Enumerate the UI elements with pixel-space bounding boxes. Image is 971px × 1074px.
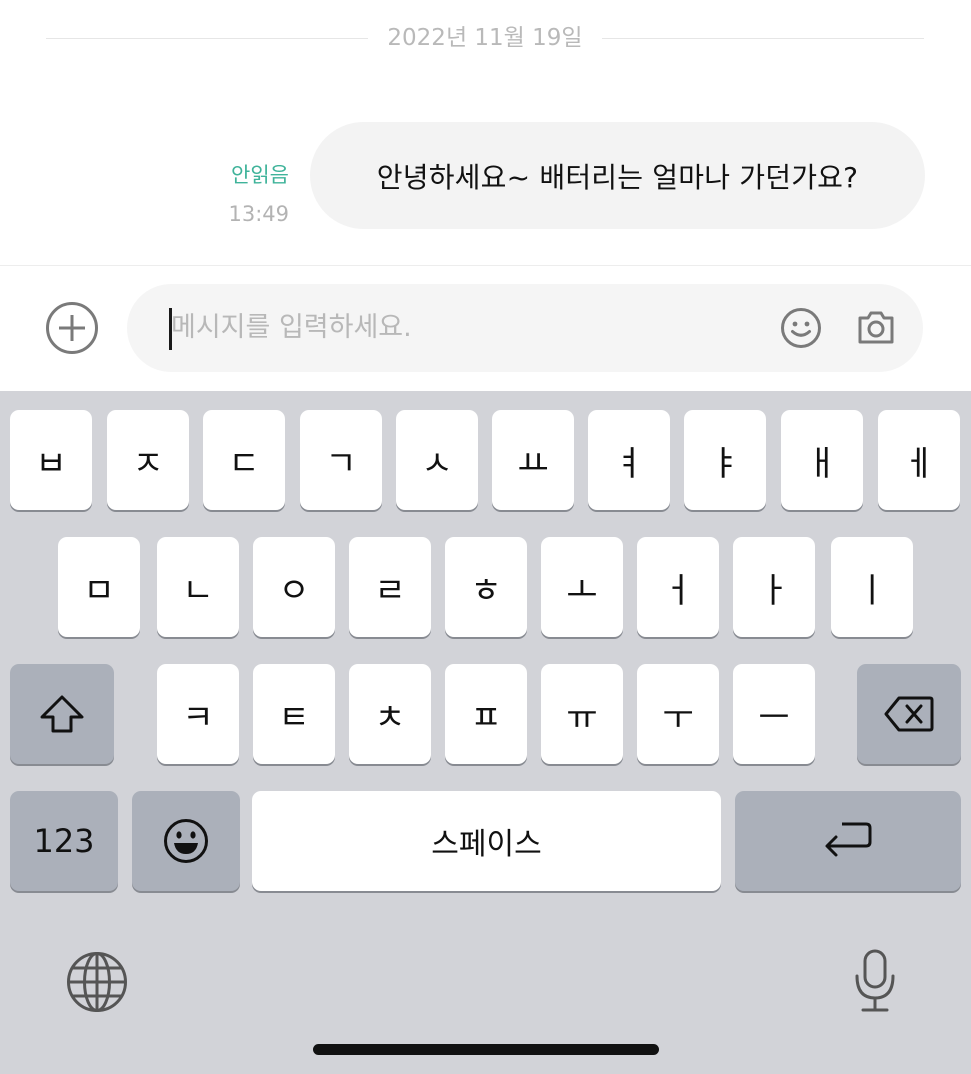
- key-letter[interactable]: ㅐ: [781, 410, 863, 510]
- key-label: ㅍ: [470, 697, 502, 738]
- key-letter[interactable]: ㅏ: [733, 537, 815, 637]
- key-letter[interactable]: ㅊ: [349, 664, 431, 764]
- date-separator: 2022년 11월 19일: [0, 22, 971, 54]
- key-label: ㅎ: [470, 570, 502, 611]
- key-label: ㅐ: [806, 443, 838, 484]
- message-input-bar: 메시지를 입력하세요.: [0, 266, 971, 391]
- key-label: ㅋ: [182, 697, 214, 738]
- date-label: 2022년 11월 19일: [387, 25, 583, 51]
- message-time: 13:49: [228, 202, 289, 226]
- shift-icon: [40, 695, 84, 733]
- key-label: ㅏ: [758, 570, 790, 611]
- microphone-icon[interactable]: [852, 948, 898, 1014]
- key-label: ㅓ: [662, 570, 694, 611]
- backspace-key[interactable]: [857, 664, 961, 764]
- plus-icon[interactable]: [46, 302, 98, 354]
- emoji-key[interactable]: [132, 791, 240, 891]
- key-letter[interactable]: ㅛ: [492, 410, 574, 510]
- key-label: ㅌ: [278, 697, 310, 738]
- key-label: ㅁ: [83, 570, 115, 611]
- camera-icon[interactable]: [856, 307, 896, 347]
- key-label: ㅗ: [566, 570, 598, 611]
- key-label: ㅂ: [35, 443, 67, 484]
- backspace-icon: [884, 696, 934, 732]
- key-letter[interactable]: ㅂ: [10, 410, 92, 510]
- key-letter[interactable]: ㅅ: [396, 410, 478, 510]
- key-label: ㅅ: [421, 443, 453, 484]
- key-label: ㄱ: [325, 443, 357, 484]
- key-letter[interactable]: ㄱ: [300, 410, 382, 510]
- key-label: ㅜ: [662, 697, 694, 738]
- key-letter[interactable]: ㅡ: [733, 664, 815, 764]
- shift-key[interactable]: [10, 664, 114, 764]
- read-status: 안읽음: [231, 163, 289, 187]
- key-label: ㄹ: [374, 570, 406, 611]
- key-letter[interactable]: ㅈ: [107, 410, 189, 510]
- key-letter[interactable]: ㅇ: [253, 537, 335, 637]
- message-input[interactable]: 메시지를 입력하세요.: [127, 284, 923, 372]
- date-divider-right: [602, 38, 924, 39]
- key-letter[interactable]: ㅌ: [253, 664, 335, 764]
- globe-icon[interactable]: [66, 951, 128, 1013]
- key-label: ㅡ: [758, 697, 790, 738]
- date-divider-left: [46, 38, 368, 39]
- key-label: ㄷ: [228, 443, 260, 484]
- return-icon: [825, 822, 872, 857]
- emoji-icon[interactable]: [780, 307, 822, 349]
- key-letter[interactable]: ㅜ: [637, 664, 719, 764]
- key-letter[interactable]: ㅑ: [684, 410, 766, 510]
- key-letter[interactable]: ㅣ: [831, 537, 913, 637]
- key-label: 123: [33, 822, 95, 860]
- key-letter[interactable]: ㅓ: [637, 537, 719, 637]
- message-meta: 안읽음 13:49: [228, 160, 289, 230]
- key-letter[interactable]: ㄴ: [157, 537, 239, 637]
- key-label: ㅛ: [517, 443, 549, 484]
- key-letter[interactable]: ㄹ: [349, 537, 431, 637]
- key-label: ㄴ: [182, 570, 214, 611]
- key-letter[interactable]: ㅔ: [878, 410, 960, 510]
- home-indicator: [313, 1044, 659, 1055]
- return-key[interactable]: [735, 791, 961, 891]
- key-label: ㅠ: [566, 697, 598, 738]
- key-letter[interactable]: ㅎ: [445, 537, 527, 637]
- space-key[interactable]: 스페이스: [252, 791, 721, 891]
- numbers-key[interactable]: 123: [10, 791, 118, 891]
- key-letter[interactable]: ㅕ: [588, 410, 670, 510]
- message-bubble[interactable]: 안녕하세요~ 배터리는 얼마나 가던가요?: [310, 122, 925, 229]
- key-label: ㅑ: [709, 443, 741, 484]
- key-letter[interactable]: ㄷ: [203, 410, 285, 510]
- key-letter[interactable]: ㅋ: [157, 664, 239, 764]
- key-letter[interactable]: ㅍ: [445, 664, 527, 764]
- key-letter[interactable]: ㅠ: [541, 664, 623, 764]
- key-label: ㅕ: [613, 443, 645, 484]
- key-label: ㅇ: [278, 570, 310, 611]
- key-label: ㅈ: [132, 443, 164, 484]
- key-label: ㅔ: [903, 443, 935, 484]
- key-letter[interactable]: ㅁ: [58, 537, 140, 637]
- key-label: ㅊ: [374, 697, 406, 738]
- key-label: ㅣ: [856, 570, 888, 611]
- keyboard: ㅂ ㅈ ㄷ ㄱ ㅅ ㅛ ㅕ ㅑ ㅐ ㅔ ㅁ ㄴ ㅇ ㄹ ㅎ ㅗ ㅓ ㅏ ㅣ ㅋ …: [0, 391, 971, 1074]
- key-letter[interactable]: ㅗ: [541, 537, 623, 637]
- chat-area: 2022년 11월 19일 안읽음 13:49 안녕하세요~ 배터리는 얼마나 …: [0, 0, 971, 265]
- key-label: 스페이스: [431, 827, 542, 862]
- emoji-keyboard-icon: [164, 819, 208, 863]
- input-placeholder: 메시지를 입력하세요.: [171, 312, 412, 343]
- message-text: 안녕하세요~ 배터리는 얼마나 가던가요?: [376, 160, 859, 194]
